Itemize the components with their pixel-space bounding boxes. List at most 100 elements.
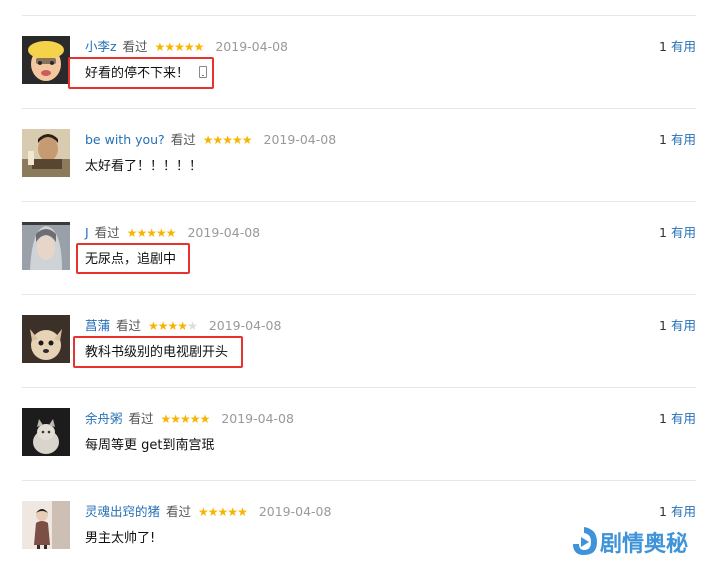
star-icon: ★: [193, 40, 205, 54]
vote-count: 1: [659, 318, 667, 333]
avatar-image: [22, 501, 70, 549]
vote-area: 1 有用: [659, 502, 696, 522]
star-icon: ★: [170, 412, 181, 426]
comment-date: 2019-04-08: [221, 411, 294, 426]
star-icon: ★: [180, 412, 191, 426]
watermark-text: 剧情奥秘: [600, 532, 689, 557]
star-icon: ★: [164, 40, 175, 54]
rating-stars: ★★★★★: [198, 502, 248, 522]
useful-button[interactable]: 有用: [671, 318, 696, 333]
star-icon: ★: [157, 319, 169, 333]
vote-area: 1 有用: [659, 130, 696, 150]
star-icon: ★: [231, 133, 243, 147]
star-icon: ★: [237, 505, 248, 519]
watched-label: 看过: [166, 504, 192, 519]
star-icon: ★: [148, 319, 159, 333]
star-icon: ★: [136, 226, 147, 240]
avatar-image: [22, 408, 70, 456]
username-link[interactable]: 灵魂出窍的猪: [85, 504, 160, 519]
avatar-image: [22, 129, 70, 177]
watermark: 剧情奥秘: [570, 522, 695, 560]
username-link[interactable]: 菖蒲: [85, 318, 110, 333]
star-icon: ★: [174, 40, 185, 54]
username-link[interactable]: 余舟粥: [85, 411, 123, 426]
watched-label: 看过: [170, 132, 196, 147]
star-icon: ★: [227, 505, 238, 519]
play-logo-icon: [573, 527, 597, 555]
avatar[interactable]: [22, 315, 70, 363]
vote-count: 1: [659, 39, 667, 54]
avatar[interactable]: [22, 408, 70, 456]
rating-stars: ★★★★★: [202, 130, 253, 150]
avatar[interactable]: [22, 129, 70, 177]
comment-meta: 小李z 看过 ★★★★★ 2019-04-08: [85, 37, 288, 57]
star-icon: ★: [177, 319, 188, 333]
vote-count: 1: [659, 411, 667, 426]
star-icon: ★: [167, 319, 179, 333]
star-icon: ★: [241, 133, 253, 147]
star-icon: ★: [155, 226, 167, 240]
vote-area: 1 有用: [659, 223, 696, 243]
highlight-box: [68, 57, 214, 89]
watched-label: 看过: [94, 225, 120, 240]
avatar-image: [22, 315, 70, 363]
comment-item: be with you? 看过 ★★★★★ 2019-04-08 太好看了！！！…: [0, 93, 716, 186]
rating-stars: ★★★★★: [160, 409, 211, 429]
star-icon: ★: [146, 226, 157, 240]
star-icon: ★: [202, 133, 214, 147]
rating-stars: ★★★★★: [148, 316, 198, 336]
star-icon: ★: [183, 40, 195, 54]
comment-item: 余舟粥 看过 ★★★★★ 2019-04-08 每周等更 get到南宫珉 1 有用: [0, 372, 716, 465]
comment-text-row: 每周等更 get到南宫珉: [85, 434, 214, 458]
username-link[interactable]: 小李z: [85, 39, 117, 54]
watched-label: 看过: [116, 318, 142, 333]
comment-date: 2019-04-08: [208, 318, 282, 333]
username-link[interactable]: be with you?: [85, 132, 165, 147]
watched-label: 看过: [128, 411, 154, 426]
watched-label: 看过: [122, 39, 148, 54]
comment-text: 太好看了！！！！！: [85, 159, 203, 174]
vote-count: 1: [659, 504, 667, 519]
star-icon: ★: [222, 133, 233, 147]
comment-meta: 余舟粥 看过 ★★★★★ 2019-04-08: [85, 409, 294, 429]
vote-area: 1 有用: [659, 37, 696, 57]
avatar[interactable]: [22, 36, 70, 84]
vote-area: 1 有用: [659, 409, 696, 429]
star-icon: ★: [165, 226, 177, 240]
vote-area: 1 有用: [659, 316, 696, 336]
useful-button[interactable]: 有用: [671, 504, 696, 519]
rating-stars: ★★★★★: [126, 223, 177, 243]
comment-meta: 灵魂出窍的猪 看过 ★★★★★ 2019-04-08: [85, 502, 331, 522]
star-icon: ★: [154, 40, 166, 54]
star-icon: ★: [207, 505, 219, 519]
star-icon: ★: [217, 505, 229, 519]
comment-date: 2019-04-08: [263, 132, 337, 147]
star-icon: ★: [199, 412, 211, 426]
rating-stars: ★★★★★: [154, 37, 205, 57]
comment-meta: be with you? 看过 ★★★★★ 2019-04-08: [85, 130, 336, 150]
comment-text: 男主太帅了!: [85, 531, 156, 546]
comment-meta: J 看过 ★★★★★ 2019-04-08: [85, 223, 260, 243]
star-icon: ★: [187, 319, 198, 333]
comment-date: 2019-04-08: [215, 39, 289, 54]
useful-button[interactable]: 有用: [671, 39, 696, 54]
comment-text: 每周等更 get到南宫珉: [85, 438, 215, 453]
star-icon: ★: [160, 412, 172, 426]
avatar-image: [22, 222, 70, 270]
comment-text-row: 太好看了！！！！！: [85, 155, 202, 179]
avatar[interactable]: [22, 501, 70, 549]
star-icon: ★: [212, 133, 223, 147]
useful-button[interactable]: 有用: [671, 225, 696, 240]
avatar[interactable]: [22, 222, 70, 270]
useful-button[interactable]: 有用: [671, 132, 696, 147]
comment-date: 2019-04-08: [187, 225, 261, 240]
star-icon: ★: [198, 505, 209, 519]
star-icon: ★: [126, 226, 138, 240]
highlight-box: [76, 243, 190, 274]
avatar-image: [22, 36, 70, 84]
highlight-box: [73, 336, 243, 368]
comment-text-row: 男主太帅了!: [85, 527, 155, 551]
comment-list: 小李z 看过 ★★★★★ 2019-04-08 好看的停不下来！ 1有用 be: [0, 0, 716, 572]
username-link[interactable]: J: [85, 225, 89, 240]
useful-button[interactable]: 有用: [671, 411, 696, 426]
